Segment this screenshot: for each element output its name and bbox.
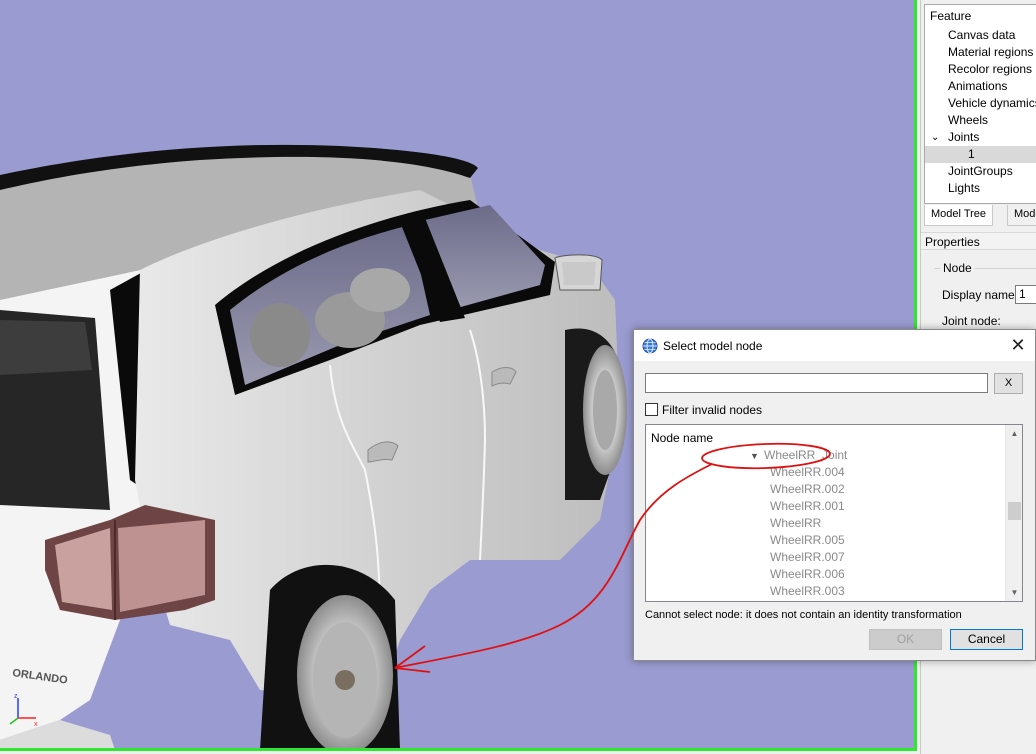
- svg-text:z: z: [14, 693, 18, 700]
- app-globe-icon: [642, 338, 658, 354]
- node-row-label: WheelRR.003: [770, 584, 845, 598]
- filter-invalid-label: Filter invalid nodes: [662, 403, 763, 417]
- chevron-down-icon[interactable]: ▼: [750, 448, 764, 465]
- node-row-label: WheelRR.004: [770, 465, 845, 479]
- properties-header: Properties: [921, 232, 1036, 250]
- tree-item-wheels[interactable]: Wheels: [925, 112, 1036, 129]
- tree-item-vehicle-dynamics[interactable]: Vehicle dynamics: [925, 95, 1036, 112]
- feature-tree-header: Feature: [930, 9, 972, 23]
- status-message: Cannot select node: it does not contain …: [645, 609, 962, 621]
- node-row[interactable]: WheelRR.001: [646, 498, 1004, 515]
- tree-item-label: Material regions: [948, 45, 1034, 59]
- node-row-label: WheelRR.007: [770, 550, 845, 564]
- select-model-node-dialog: Select model node ✕ X Filter invalid nod…: [633, 329, 1036, 661]
- filter-invalid-checkbox[interactable]: [645, 403, 658, 416]
- tree-item-label: Recolor regions: [948, 62, 1033, 76]
- search-input[interactable]: [645, 373, 988, 393]
- node-list[interactable]: Node name ▼ WheelRR_Joint WheelRR.004 Whe…: [645, 424, 1023, 602]
- panel-tabs: Model Tree Mode: [924, 205, 1036, 226]
- scroll-down-icon[interactable]: ▼: [1006, 584, 1022, 601]
- node-row[interactable]: WheelRR: [646, 515, 1004, 532]
- clear-search-button[interactable]: X: [994, 373, 1023, 394]
- tree-item-label: Wheels: [948, 113, 989, 127]
- tree-item-lights[interactable]: Lights: [925, 180, 1036, 197]
- tree-item-animations[interactable]: Animations: [925, 78, 1036, 95]
- node-list-header: Node name: [651, 431, 714, 445]
- dialog-titlebar[interactable]: Select model node ✕: [634, 330, 1035, 361]
- tab-model-tree[interactable]: Model Tree: [924, 205, 994, 226]
- cancel-button[interactable]: Cancel: [950, 629, 1023, 650]
- node-row[interactable]: WheelRR.006: [646, 566, 1004, 583]
- joint-node-label: Joint node:: [942, 314, 1001, 328]
- tree-item-recolor-regions[interactable]: Recolor regions: [925, 61, 1036, 78]
- tree-item-label: Vehicle dynamics: [948, 96, 1036, 110]
- tree-item-joint-groups[interactable]: JointGroups: [925, 163, 1036, 180]
- node-row-label: WheelRR.002: [770, 482, 845, 496]
- node-row[interactable]: WheelRR.002: [646, 481, 1004, 498]
- node-row-label: WheelRR.005: [770, 533, 845, 547]
- tree-item-label: 1: [968, 147, 975, 161]
- display-name-input[interactable]: 1: [1015, 285, 1036, 304]
- scroll-up-icon[interactable]: ▲: [1006, 425, 1022, 442]
- axis-gizmo: z x: [9, 693, 38, 728]
- node-row[interactable]: WheelRR.003: [646, 583, 1004, 600]
- feature-tree[interactable]: Feature Canvas data Material regions Rec…: [924, 4, 1036, 204]
- display-name-label: Display name:: [942, 288, 1019, 302]
- tree-item-joint-1[interactable]: 1: [925, 146, 1036, 163]
- svg-text:x: x: [34, 721, 38, 728]
- node-row[interactable]: WheelRR.007: [646, 549, 1004, 566]
- node-list-body: ▼ WheelRR_Joint WheelRR.004 WheelRR.002 W…: [646, 447, 1004, 600]
- tree-item-canvas-data[interactable]: Canvas data: [925, 27, 1036, 44]
- node-row[interactable]: WheelRR.005: [646, 532, 1004, 549]
- tree-item-label: Animations: [948, 79, 1008, 93]
- tree-item-joints[interactable]: ⌄ Joints: [925, 129, 1036, 146]
- node-row-label: WheelRR_Joint: [764, 448, 848, 462]
- node-row-wheelrr-joint[interactable]: ▼ WheelRR_Joint: [646, 447, 1004, 464]
- tree-item-label: Joints: [948, 130, 980, 144]
- node-row-label: WheelRR: [770, 516, 822, 530]
- chevron-down-icon[interactable]: ⌄: [931, 129, 939, 146]
- node-row[interactable]: WheelRR.004: [646, 464, 1004, 481]
- node-row-label: WheelRR.006: [770, 567, 845, 581]
- ok-button[interactable]: OK: [869, 629, 942, 650]
- tree-item-label: JointGroups: [948, 164, 1013, 178]
- dialog-title: Select model node: [663, 339, 763, 353]
- node-group-label: Node: [940, 261, 975, 275]
- tree-item-material-regions[interactable]: Material regions: [925, 44, 1036, 61]
- close-icon[interactable]: ✕: [1007, 334, 1029, 356]
- tree-item-label: Canvas data: [948, 28, 1016, 42]
- tab-model[interactable]: Mode: [1007, 205, 1036, 226]
- tree-item-label: Lights: [948, 181, 981, 195]
- node-row-label: WheelRR.001: [770, 499, 845, 513]
- node-list-scrollbar[interactable]: ▲ ▼: [1005, 425, 1022, 601]
- scrollbar-thumb[interactable]: [1008, 502, 1021, 520]
